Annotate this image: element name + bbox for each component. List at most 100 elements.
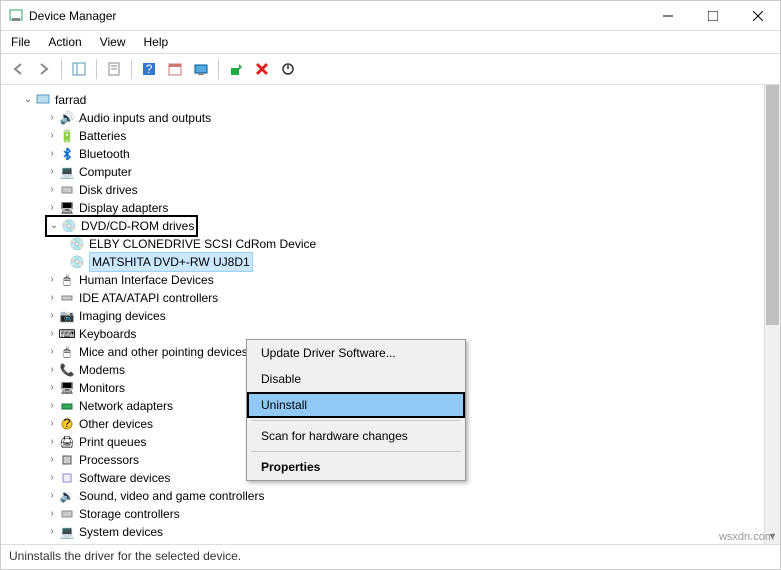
disable-button[interactable] xyxy=(277,58,299,80)
menu-separator xyxy=(251,420,461,421)
tree-item-diskdrives[interactable]: ›Disk drives xyxy=(7,181,780,199)
tree-label: Keyboards xyxy=(79,325,136,343)
expand-icon[interactable]: › xyxy=(45,433,59,451)
expand-icon[interactable]: › xyxy=(45,379,59,397)
menu-properties[interactable]: Properties xyxy=(247,454,465,480)
calendar-button[interactable] xyxy=(164,58,186,80)
scan-hardware-button[interactable] xyxy=(190,58,212,80)
network-icon xyxy=(59,400,75,412)
tree-label: Software devices xyxy=(79,469,170,487)
tree-label: Modems xyxy=(79,361,125,379)
tree-label: Mice and other pointing devices xyxy=(79,343,248,361)
tree-item-sound[interactable]: ›🔉Sound, video and game controllers xyxy=(7,487,780,505)
storage-icon xyxy=(59,508,75,520)
menu-view[interactable]: View xyxy=(100,35,126,49)
expand-icon[interactable]: › xyxy=(45,163,59,181)
tree-label: Batteries xyxy=(79,127,126,145)
tree-item-hid[interactable]: ›🖱Human Interface Devices xyxy=(7,271,780,289)
tree-item-computer[interactable]: ›💻Computer xyxy=(7,163,780,181)
tree-label: IDE ATA/ATAPI controllers xyxy=(79,289,218,307)
collapse-icon[interactable]: ⌄ xyxy=(21,91,35,109)
menubar: File Action View Help xyxy=(1,31,780,54)
tree-label: Imaging devices xyxy=(79,307,166,325)
expand-icon[interactable]: › xyxy=(45,415,59,433)
menu-update-driver[interactable]: Update Driver Software... xyxy=(247,340,465,366)
tree-item-bluetooth[interactable]: ›Bluetooth xyxy=(7,145,780,163)
titlebar: Device Manager xyxy=(1,1,780,31)
other-icon: ? xyxy=(59,418,75,430)
tree-item-system[interactable]: ›💻System devices xyxy=(7,523,780,541)
collapse-icon[interactable]: ⌄ xyxy=(47,217,61,235)
menu-file[interactable]: File xyxy=(11,35,30,49)
update-driver-button[interactable] xyxy=(225,58,247,80)
properties-button[interactable] xyxy=(103,58,125,80)
root-label: farrad xyxy=(55,91,86,109)
back-button[interactable] xyxy=(7,58,29,80)
expand-icon[interactable]: › xyxy=(45,307,59,325)
monitor-icon: 🖥 xyxy=(59,379,75,397)
expand-icon[interactable]: › xyxy=(45,325,59,343)
forward-button[interactable] xyxy=(33,58,55,80)
expand-icon[interactable]: › xyxy=(45,181,59,199)
minimize-button[interactable] xyxy=(645,1,690,31)
tree-item-usb[interactable]: ›Universal Serial Bus controllers xyxy=(7,541,780,545)
keyboard-icon: ⌨ xyxy=(59,325,75,343)
menu-help[interactable]: Help xyxy=(144,35,169,49)
tree-label: Monitors xyxy=(79,379,125,397)
menu-uninstall[interactable]: Uninstall xyxy=(247,392,465,418)
expand-icon[interactable]: › xyxy=(45,469,59,487)
tree-item-ide[interactable]: › IDE ATA/ATAPI controllers xyxy=(7,289,780,307)
computer-icon: 💻 xyxy=(59,163,75,181)
menu-action[interactable]: Action xyxy=(48,35,81,49)
tree-root[interactable]: ⌄ farrad xyxy=(7,91,780,109)
expand-icon[interactable]: › xyxy=(45,361,59,379)
tree-item-audio[interactable]: ›🔊Audio inputs and outputs xyxy=(7,109,780,127)
cpu-icon xyxy=(59,454,75,466)
expand-icon[interactable]: › xyxy=(45,523,59,541)
tree-item-batteries[interactable]: ›🔋Batteries xyxy=(7,127,780,145)
expand-icon[interactable]: › xyxy=(45,397,59,415)
tree-item-matshita[interactable]: 💿MATSHITA DVD+-RW UJ8D1 xyxy=(7,253,780,271)
svg-text:?: ? xyxy=(64,418,71,430)
drive-icon: 💿 xyxy=(69,253,85,271)
expand-icon[interactable]: › xyxy=(45,505,59,523)
tree-item-dvdcd[interactable]: ⌄ 💿 DVD/CD-ROM drives xyxy=(7,217,780,235)
tree-item-storage[interactable]: › Storage controllers xyxy=(7,505,780,523)
scrollbar-thumb[interactable] xyxy=(766,85,779,325)
vertical-scrollbar[interactable]: ▲ ▼ xyxy=(764,85,780,544)
menu-disable[interactable]: Disable xyxy=(247,366,465,392)
bluetooth-icon xyxy=(59,148,75,160)
expand-icon[interactable]: › xyxy=(45,541,59,545)
tree-label: Other devices xyxy=(79,415,153,433)
maximize-button[interactable] xyxy=(690,1,735,31)
usb-icon xyxy=(59,544,75,545)
show-hide-tree-button[interactable] xyxy=(68,58,90,80)
menu-scan-hardware[interactable]: Scan for hardware changes xyxy=(247,423,465,449)
expand-icon[interactable]: › xyxy=(45,271,59,289)
expand-icon[interactable]: › xyxy=(45,127,59,145)
close-button[interactable] xyxy=(735,1,780,31)
mouse-icon: 🖱 xyxy=(59,343,75,361)
expand-icon[interactable]: › xyxy=(45,109,59,127)
expand-icon[interactable]: › xyxy=(45,289,59,307)
tree-item-imaging[interactable]: ›📷Imaging devices xyxy=(7,307,780,325)
software-icon xyxy=(59,472,75,484)
separator xyxy=(218,59,219,79)
expand-icon[interactable]: › xyxy=(45,343,59,361)
tree-item-elby[interactable]: 💿ELBY CLONEDRIVE SCSI CdRom Device xyxy=(7,235,780,253)
disk-icon xyxy=(59,184,75,196)
separator xyxy=(131,59,132,79)
uninstall-button[interactable] xyxy=(251,58,273,80)
battery-icon: 🔋 xyxy=(59,127,75,145)
drive-icon: 💿 xyxy=(69,235,85,253)
modem-icon: 📞 xyxy=(59,361,75,379)
tree-label: Network adapters xyxy=(79,397,173,415)
expand-icon[interactable]: › xyxy=(45,145,59,163)
expand-icon[interactable]: › xyxy=(45,487,59,505)
help-button[interactable]: ? xyxy=(138,58,160,80)
window-title: Device Manager xyxy=(29,9,116,23)
audio-icon: 🔊 xyxy=(59,109,75,127)
tree-label: Storage controllers xyxy=(79,505,180,523)
expand-icon[interactable]: › xyxy=(45,451,59,469)
separator xyxy=(61,59,62,79)
